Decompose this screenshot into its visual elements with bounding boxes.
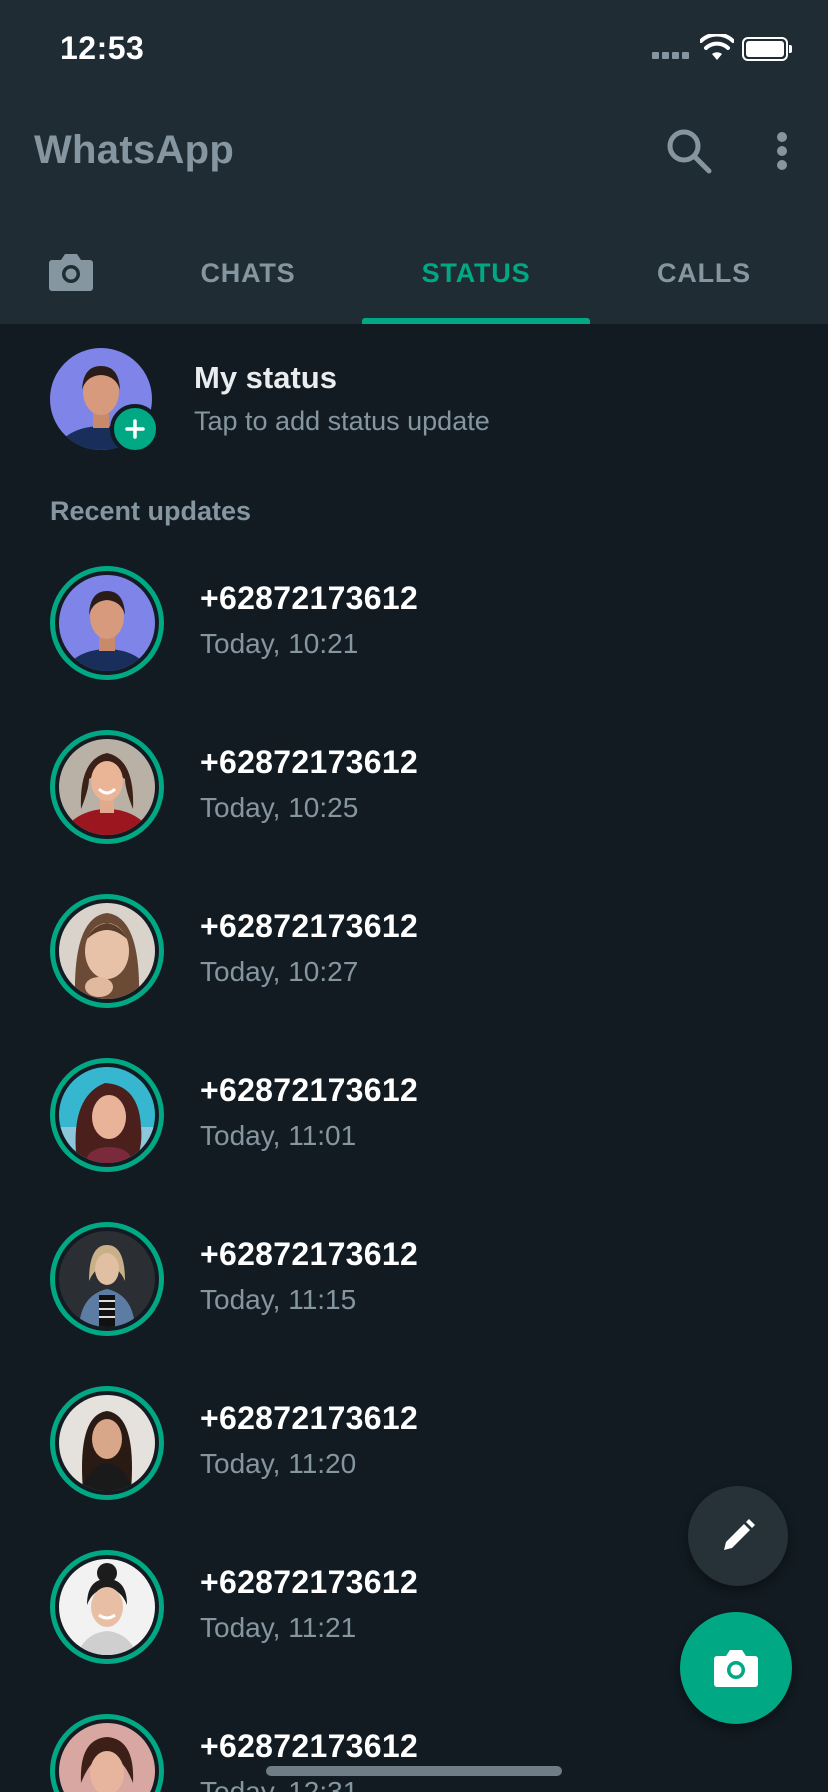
my-status-row[interactable]: My status Tap to add status update xyxy=(0,324,828,474)
my-status-title: My status xyxy=(194,360,337,395)
camera-icon[interactable] xyxy=(48,252,94,292)
plus-icon xyxy=(125,419,145,439)
list-item[interactable]: +62872173612 Today, 12:31 xyxy=(0,1708,828,1792)
status-ring xyxy=(50,730,164,844)
list-item[interactable]: +62872173612 Today, 10:27 xyxy=(0,888,828,1052)
my-status-subtitle: Tap to add status update xyxy=(194,406,490,436)
avatar xyxy=(59,903,155,999)
status-time: Today, 10:27 xyxy=(200,956,359,987)
tab-calls[interactable]: CALLS xyxy=(590,236,818,324)
clock: 12:53 xyxy=(60,30,145,66)
list-item[interactable]: +62872173612 Today, 11:01 xyxy=(0,1052,828,1216)
tab-bar: CHATS STATUS CALLS xyxy=(0,236,828,324)
status-ring xyxy=(50,1222,164,1336)
status-ring xyxy=(50,1550,164,1664)
status-ring xyxy=(50,1058,164,1172)
contact-name: +62872173612 xyxy=(200,908,419,944)
contact-name: +62872173612 xyxy=(200,580,419,616)
avatar xyxy=(59,1231,155,1327)
tab-chats[interactable]: CHATS xyxy=(134,236,362,324)
app-title: WhatsApp xyxy=(34,128,235,172)
recent-updates-header: Recent updates xyxy=(50,496,252,526)
battery-icon xyxy=(742,37,792,61)
search-icon[interactable] xyxy=(664,126,714,176)
pencil-icon xyxy=(724,1519,755,1550)
contact-name: +62872173612 xyxy=(200,744,419,780)
contact-name: +62872173612 xyxy=(200,1564,419,1600)
status-time: Today, 11:15 xyxy=(200,1284,357,1315)
status-time: Today, 10:25 xyxy=(200,792,359,823)
avatar xyxy=(59,1395,155,1491)
wifi-icon xyxy=(700,34,734,60)
status-ring xyxy=(50,1386,164,1500)
tab-status[interactable]: STATUS xyxy=(362,236,590,324)
avatar xyxy=(59,1067,155,1163)
list-item[interactable]: +62872173612 Today, 10:25 xyxy=(0,724,828,888)
contact-name: +62872173612 xyxy=(200,1728,419,1764)
edit-text-status-button[interactable] xyxy=(688,1486,788,1586)
camera-icon xyxy=(714,1650,758,1687)
status-time: Today, 11:21 xyxy=(200,1612,357,1643)
avatar xyxy=(59,1723,155,1792)
avatar xyxy=(59,1559,155,1655)
home-indicator[interactable] xyxy=(266,1766,562,1776)
status-time: Today, 10:21 xyxy=(200,628,359,659)
more-vertical-icon[interactable] xyxy=(768,128,796,174)
list-item[interactable]: +62872173612 Today, 11:15 xyxy=(0,1216,828,1380)
avatar xyxy=(59,575,155,671)
status-time: Today, 11:01 xyxy=(200,1120,357,1151)
status-time: Today, 12:31 xyxy=(200,1776,359,1792)
status-time: Today, 11:20 xyxy=(200,1448,357,1479)
status-ring xyxy=(50,894,164,1008)
status-bar: 12:53 xyxy=(0,0,828,100)
avatar xyxy=(59,739,155,835)
list-item[interactable]: +62872173612 Today, 10:21 xyxy=(0,560,828,724)
add-status-button[interactable] xyxy=(110,404,160,454)
signal-icon xyxy=(652,52,692,60)
status-ring xyxy=(50,566,164,680)
contact-name: +62872173612 xyxy=(200,1400,419,1436)
contact-name: +62872173612 xyxy=(200,1236,419,1272)
contact-name: +62872173612 xyxy=(200,1072,419,1108)
status-ring xyxy=(50,1714,164,1792)
camera-status-button[interactable] xyxy=(680,1612,792,1724)
